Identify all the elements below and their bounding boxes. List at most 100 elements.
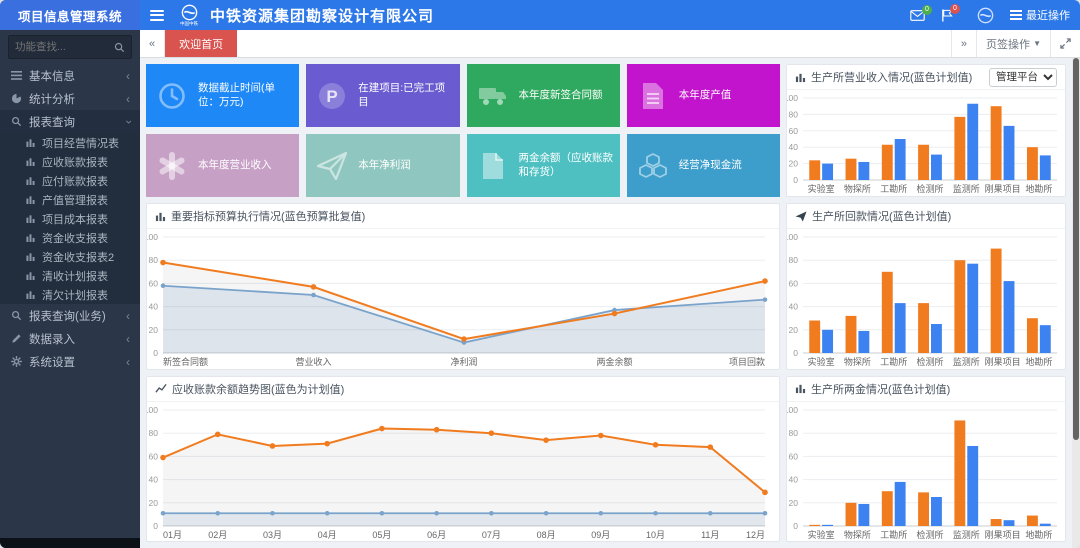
sidebar-subitem-1[interactable]: 应收账款报表 <box>0 152 140 171</box>
stat-tile-4[interactable]: 本年度营业收入 <box>146 134 299 197</box>
svg-text:100: 100 <box>787 93 798 103</box>
flag-icon[interactable]: 0 <box>941 9 953 22</box>
svg-text:0: 0 <box>153 521 158 531</box>
sidebar-subitem-4[interactable]: 项目成本报表 <box>0 209 140 228</box>
sidebar-subitem-label: 项目经营情况表 <box>42 135 119 151</box>
svg-text:40: 40 <box>789 302 799 312</box>
sidebar-item-label: 数据录入 <box>29 331 119 347</box>
revenue-by-institute-chart: 020406080100实验室物探所工勘所检测所监测所刚果项目地勘所 <box>787 90 1065 196</box>
sidebar-subitem-0[interactable]: 项目经营情况表 <box>0 133 140 152</box>
fullscreen-icon[interactable] <box>1050 30 1080 57</box>
sidebar-subitem-6[interactable]: 资金收支报表2 <box>0 247 140 266</box>
tabs-scroll-left-icon[interactable]: « <box>140 30 165 57</box>
sidebar-menu: 基本信息‹统计分析‹报表查询‹项目经营情况表应收账款报表应付账款报表产值管理报表… <box>0 64 140 538</box>
sidebar-title: 项目信息管理系统 <box>0 0 140 30</box>
asterisk-icon <box>146 152 198 180</box>
sidebar-item-0[interactable]: 基本信息‹ <box>0 64 140 87</box>
sidebar-item-1[interactable]: 统计分析‹ <box>0 87 140 110</box>
menu-toggle-icon[interactable] <box>150 10 164 21</box>
search-icon <box>10 116 22 128</box>
bar-chart-icon <box>24 251 36 263</box>
svg-text:100: 100 <box>147 232 158 242</box>
stat-tile-7[interactable]: 经营净现金流 <box>627 134 780 197</box>
sidebar-submenu: 项目经营情况表应收账款报表应付账款报表产值管理报表项目成本报表资金收支报表资金收… <box>0 133 140 304</box>
sidebar-subitem-2[interactable]: 应付账款报表 <box>0 171 140 190</box>
svg-text:60: 60 <box>789 278 799 288</box>
search-input[interactable] <box>15 41 113 53</box>
search-box[interactable] <box>8 35 132 59</box>
svg-text:08月: 08月 <box>537 530 556 540</box>
svg-text:实验室: 实验室 <box>808 529 835 540</box>
vertical-scrollbar[interactable] <box>1072 58 1080 548</box>
sidebar-item-label: 统计分析 <box>29 91 119 107</box>
sidebar-group-5: 系统设置‹ <box>0 350 140 373</box>
stat-tile-1[interactable]: P在建项目:已完工项目 <box>306 64 459 127</box>
svg-text:刚果项目: 刚果项目 <box>985 357 1021 367</box>
line-chart-icon <box>155 383 167 394</box>
svg-text:0: 0 <box>793 348 798 358</box>
sidebar-subitem-8[interactable]: 清欠计划报表 <box>0 285 140 304</box>
gear-icon <box>10 356 22 368</box>
svg-text:实验室: 实验室 <box>808 183 835 194</box>
svg-text:06月: 06月 <box>427 530 446 540</box>
svg-text:20: 20 <box>789 497 799 507</box>
sidebar-subitem-5[interactable]: 资金收支报表 <box>0 228 140 247</box>
panel-title: 重要指标预算执行情况(蓝色预算批复值) <box>171 208 365 224</box>
sidebar-subitem-label: 应付账款报表 <box>42 173 108 189</box>
company-name: 中铁资源集团勘察设计有限公司 <box>210 5 434 26</box>
panel-revenue-by-institute: 生产所营业收入情况(蓝色计划值) 管理平台 020406080100实验室物探所… <box>786 64 1066 197</box>
svg-text:01月: 01月 <box>163 530 182 540</box>
svg-text:04月: 04月 <box>318 530 337 540</box>
tab-welcome-home[interactable]: 欢迎首页 <box>165 30 237 57</box>
sidebar-item-2[interactable]: 报表查询‹ <box>0 110 140 133</box>
tab-operations-dropdown[interactable]: 页签操作 ▼ <box>976 30 1050 57</box>
stat-tile-0[interactable]: 数据截止时间(单位：万元) <box>146 64 299 127</box>
receivables-trend-chart: 02040608010001月02月03月04月05月06月07月08月09月1… <box>147 402 779 542</box>
chevron-icon: ‹ <box>126 333 130 345</box>
svg-text:12月: 12月 <box>746 530 765 540</box>
platform-select[interactable]: 管理平台 <box>989 68 1057 87</box>
bar-chart-icon <box>24 232 36 244</box>
svg-text:07月: 07月 <box>482 530 501 540</box>
stat-tile-5[interactable]: 本年净利润 <box>306 134 459 197</box>
sidebar-subitem-label: 资金收支报表2 <box>42 249 114 265</box>
stat-tile-6[interactable]: 两金余额（应收账款和存货） <box>467 134 620 197</box>
recent-operations[interactable]: 最近操作 <box>1010 7 1070 23</box>
chevron-down-icon: ▼ <box>1033 39 1041 48</box>
panel-receivables-trend: 应收账款余额趋势图(蓝色为计划值) 02040608010001月02月03月0… <box>146 376 780 543</box>
stat-tile-3[interactable]: 本年度产值 <box>627 64 780 127</box>
stat-tile-2[interactable]: 本年度新签合同额 <box>467 64 620 127</box>
svg-text:地勘所: 地勘所 <box>1025 183 1052 194</box>
svg-text:物探所: 物探所 <box>844 183 871 194</box>
svg-text:02月: 02月 <box>208 530 227 540</box>
bar-chart-icon <box>155 211 166 222</box>
svg-text:09月: 09月 <box>591 530 610 540</box>
mail-icon[interactable]: 0 <box>910 10 925 21</box>
scrollbar-thumb[interactable] <box>1073 58 1079 440</box>
sidebar-subitem-7[interactable]: 清收计划报表 <box>0 266 140 285</box>
bar-chart-icon <box>795 72 806 83</box>
paper-plane-icon <box>306 152 358 180</box>
chevron-icon: ‹ <box>126 310 130 322</box>
svg-text:P: P <box>327 87 338 106</box>
tabs-scroll-right-icon[interactable]: » <box>951 30 976 57</box>
sidebar-item-4[interactable]: 数据录入 ‹ <box>0 327 140 350</box>
sidebar-subitem-label: 产值管理报表 <box>42 192 108 208</box>
header-emblem[interactable] <box>977 7 994 24</box>
bar-chart-icon <box>24 175 36 187</box>
chevron-icon: ‹ <box>126 356 130 368</box>
svg-text:40: 40 <box>789 474 799 484</box>
svg-text:10月: 10月 <box>646 530 665 540</box>
sidebar-item-5[interactable]: 系统设置‹ <box>0 350 140 373</box>
tab-bar: « 欢迎首页 » 页签操作 ▼ <box>140 30 1080 58</box>
sidebar-group-3: 报表查询(业务)‹ <box>0 304 140 327</box>
search-icon[interactable] <box>113 41 125 53</box>
main-area: 中国中铁 中铁资源集团勘察设计有限公司 0 0 最近操作 <box>140 0 1080 548</box>
bar-chart-icon <box>24 270 36 282</box>
sidebar-item-3[interactable]: 报表查询(业务)‹ <box>0 304 140 327</box>
svg-text:20: 20 <box>789 159 799 169</box>
sidebar-subitem-3[interactable]: 产值管理报表 <box>0 190 140 209</box>
svg-text:工勘所: 工勘所 <box>880 357 907 367</box>
top-header: 中国中铁 中铁资源集团勘察设计有限公司 0 0 最近操作 <box>140 0 1080 30</box>
svg-text:0: 0 <box>793 521 798 531</box>
